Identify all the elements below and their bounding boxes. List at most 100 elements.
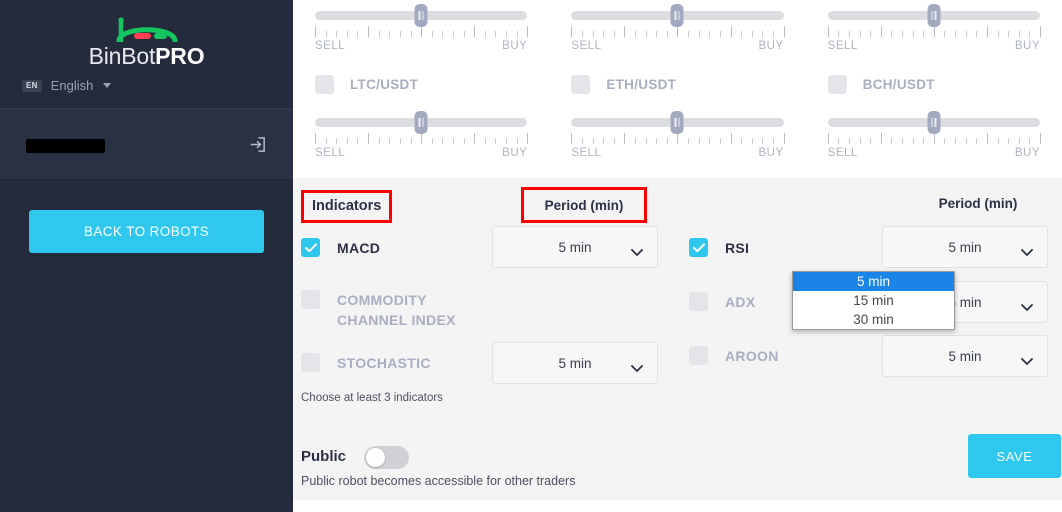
period-select-aroon[interactable]: 5 min (882, 335, 1048, 377)
indicator-row-stochastic: STOCHASTIC (301, 353, 431, 372)
pair-slider-bottom-1[interactable]: SELL BUY (315, 111, 529, 167)
pair-slider-top-1[interactable]: SELL BUY (315, 4, 529, 60)
indicator-row-aroon: AROON (689, 346, 779, 365)
period-header-left-label: Period (min) (544, 197, 624, 213)
pair-slider-top-2[interactable]: SELL BUY (571, 4, 785, 60)
slider-sell-label: SELL (315, 147, 346, 159)
indicator-checkbox-cci[interactable] (301, 290, 320, 309)
indicator-checkbox-aroon[interactable] (689, 346, 708, 365)
language-selector[interactable]: EN English (22, 78, 112, 93)
slider-buy-label: BUY (502, 147, 528, 159)
slider-sell-label: SELL (571, 40, 602, 52)
chevron-down-icon (1021, 353, 1033, 368)
indicator-checkbox-adx[interactable] (689, 292, 708, 311)
slider-ticks (315, 26, 529, 37)
period-select-stochastic-value: 5 min (558, 355, 592, 371)
toggle-knob (366, 448, 385, 467)
indicator-label-aroon: AROON (725, 347, 779, 364)
slider-buy-label: BUY (758, 40, 784, 52)
pair-checkbox-2[interactable] (571, 74, 591, 94)
indicator-checkbox-macd[interactable] (301, 238, 320, 257)
pair-column-2: SELL BUY ETH/USDT SELL BUY (549, 0, 805, 178)
user-name-redacted (26, 139, 105, 153)
sidebar-action-block: BACK TO ROBOTS (0, 181, 293, 512)
indicator-checkbox-stochastic[interactable] (301, 353, 320, 372)
pair-row-1: LTC/USDT (315, 66, 527, 102)
chevron-down-icon (1021, 244, 1033, 259)
language-badge: EN (22, 79, 42, 92)
pair-slider-top-3[interactable]: SELL BUY (827, 4, 1041, 60)
pair-slider-bottom-3[interactable]: SELL BUY (827, 111, 1041, 167)
indicators-section: Indicators Period (min) Period (min) MAC… (293, 178, 1062, 500)
chevron-down-icon (631, 244, 643, 259)
slider-handle[interactable] (414, 4, 428, 27)
period-header-left-annotated: Period (min) (521, 187, 647, 223)
app-root: BinBotPRO EN English BACK TO ROBOTS SELL… (0, 0, 1062, 512)
pair-column-3: SELL BUY BCH/USDT SELL BUY (806, 0, 1062, 178)
slider-handle[interactable] (927, 4, 941, 27)
period-select-rsi-value: 5 min (948, 239, 982, 255)
slider-buy-label: BUY (1014, 40, 1040, 52)
pair-label-2: ETH/USDT (606, 76, 677, 92)
indicator-row-rsi: RSI (689, 238, 749, 257)
slider-ticks (571, 26, 785, 37)
indicator-row-adx: ADX (689, 292, 755, 311)
slider-handle[interactable] (927, 111, 941, 134)
page-bottom-strip (293, 500, 1062, 512)
slider-sell-label: SELL (315, 40, 346, 52)
pair-slider-bottom-2[interactable]: SELL BUY (571, 111, 785, 167)
slider-ticks (827, 133, 1041, 144)
period-header-right: Period (min) (895, 195, 1061, 213)
pair-checkbox-1[interactable] (315, 74, 334, 94)
indicators-hint: Choose at least 3 indicators (301, 392, 443, 404)
pair-column-1: SELL BUY LTC/USDT SELL BUY (293, 0, 549, 178)
slider-ticks (315, 133, 529, 144)
main-content: SELL BUY LTC/USDT SELL BUY SELL BUY ETH/… (293, 0, 1062, 512)
period-select-macd[interactable]: 5 min (492, 226, 658, 268)
period-dropdown-macd-open[interactable]: 5 min 15 min 30 min (792, 271, 955, 330)
indicators-header-annotated: Indicators (301, 190, 393, 223)
back-to-robots-button[interactable]: BACK TO ROBOTS (29, 210, 264, 253)
indicator-checkbox-rsi[interactable] (689, 238, 708, 257)
period-select-macd-value: 5 min (558, 239, 592, 255)
sidebar-user-row (0, 108, 293, 180)
chevron-down-icon (103, 83, 112, 88)
slider-ticks (571, 133, 785, 144)
period-select-rsi[interactable]: 5 min (882, 226, 1048, 268)
chevron-down-icon (1021, 299, 1033, 314)
sidebar-logo-block: BinBotPRO EN English (0, 0, 293, 108)
logout-icon[interactable] (248, 135, 267, 159)
slider-handle[interactable] (670, 4, 684, 27)
pair-label-1: LTC/USDT (350, 76, 419, 92)
public-toggle[interactable] (364, 446, 409, 469)
slider-ticks (827, 26, 1041, 37)
slider-sell-label: SELL (827, 147, 858, 159)
indicator-row-cci: COMMODITY CHANNEL INDEX (301, 290, 487, 331)
indicator-label-macd: MACD (337, 239, 381, 256)
save-button[interactable]: SAVE (968, 434, 1061, 478)
sidebar: BinBotPRO EN English BACK TO ROBOTS (0, 0, 293, 512)
dropdown-option-1[interactable]: 15 min (793, 291, 954, 310)
slider-handle[interactable] (414, 111, 428, 134)
brand-logo[interactable]: BinBotPRO (0, 16, 293, 70)
dropdown-option-2[interactable]: 30 min (793, 310, 954, 329)
logo-text-bold: PRO (155, 43, 205, 69)
indicator-label-stochastic: STOCHASTIC (337, 354, 431, 371)
pair-row-3: BCH/USDT (827, 66, 1040, 102)
dropdown-option-0[interactable]: 5 min (793, 272, 954, 291)
pair-label-3: BCH/USDT (862, 76, 935, 92)
indicator-label-adx: ADX (725, 293, 756, 310)
public-description: Public robot becomes accessible for othe… (301, 474, 576, 488)
slider-handle[interactable] (670, 111, 684, 134)
trading-pairs-grid: SELL BUY LTC/USDT SELL BUY SELL BUY ETH/… (293, 0, 1062, 178)
indicator-label-rsi: RSI (725, 239, 750, 256)
slider-sell-label: SELL (827, 40, 858, 52)
period-select-stochastic[interactable]: 5 min (492, 342, 658, 384)
language-name: English (50, 78, 94, 93)
period-header-right-label: Period (min) (938, 196, 1018, 211)
period-select-aroon-value: 5 min (948, 348, 982, 364)
slider-buy-label: BUY (1014, 147, 1040, 159)
pair-checkbox-3[interactable] (827, 74, 847, 94)
pair-row-2: ETH/USDT (571, 66, 783, 102)
slider-buy-label: BUY (502, 40, 528, 52)
